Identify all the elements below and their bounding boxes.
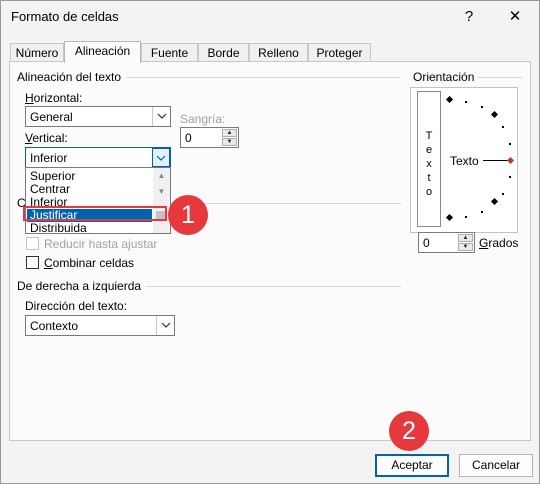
scroll-down-icon[interactable]: ▼ <box>153 186 170 198</box>
format-cells-dialog: Formato de celdas ? ✕ Número Alineación … <box>0 0 540 484</box>
tab-borde[interactable]: Borde <box>198 43 249 62</box>
vertical-letter: o <box>425 186 433 198</box>
cancel-button[interactable]: Cancelar <box>459 454 533 477</box>
horizontal-label: Horizontal: <box>25 91 83 105</box>
text-direction-value: Contexto <box>30 319 79 333</box>
chevron-down-icon[interactable] <box>152 107 170 126</box>
dial-tick <box>465 101 467 103</box>
dial-tick <box>509 143 511 145</box>
triangle-up-icon[interactable]: ▲ <box>458 234 473 242</box>
degrees-value: 0 <box>423 236 430 250</box>
merge-cells-label: Combinar celdas <box>44 256 135 270</box>
text-direction-combo[interactable]: Contexto <box>25 315 175 336</box>
indent-spinner[interactable]: 0 ▲ ▼ <box>180 127 239 148</box>
chevron-down-icon[interactable] <box>156 316 174 335</box>
horizontal-combo[interactable]: General <box>25 106 171 127</box>
help-button[interactable]: ? <box>452 4 486 30</box>
vertical-label-text: ertical: <box>32 131 68 145</box>
dial-tick <box>502 126 504 128</box>
step-1-badge: 1 <box>168 195 208 235</box>
dialog-title: Formato de celdas <box>11 9 119 24</box>
vertical-letter: T <box>425 130 433 142</box>
tab-proteger[interactable]: Proteger <box>308 43 371 62</box>
option-distribuida[interactable]: Distribuida <box>27 222 152 235</box>
horizontal-label-text: orizontal: <box>33 91 83 105</box>
section-divider <box>478 77 522 78</box>
tab-numero[interactable]: Número <box>10 43 64 62</box>
vertical-dropdown-list: Superior Centrar Inferior Justificar Dis… <box>25 167 171 235</box>
degrees-spin-buttons: ▲ ▼ <box>458 234 473 251</box>
degrees-spinner[interactable]: 0 ▲ ▼ <box>418 232 475 253</box>
degrees-label-text: rados <box>488 236 519 250</box>
vertical-letter: t <box>427 172 431 184</box>
vertical-label: Vertical: <box>25 131 68 145</box>
dropdown-scrollbar[interactable]: ▲ ▼ <box>153 168 170 233</box>
section-rtl: De derecha a izquierda <box>17 279 147 293</box>
shrink-to-fit-label: Reducir hasta ajustar <box>44 237 158 251</box>
orientation-title: Orientación <box>413 70 475 84</box>
triangle-up-icon[interactable]: ▲ <box>222 129 237 137</box>
triangle-down-icon[interactable]: ▼ <box>222 138 237 146</box>
vertical-letter: e <box>425 144 433 156</box>
merge-cells-text: ombinar celdas <box>52 256 135 270</box>
accept-button[interactable]: Aceptar <box>375 454 449 477</box>
horizontal-value: General <box>30 110 73 124</box>
chevron-down-icon[interactable] <box>152 148 170 167</box>
shrink-to-fit-checkbox[interactable] <box>26 237 39 250</box>
orientation-needle <box>483 160 508 161</box>
vertical-value: Inferior <box>30 151 68 165</box>
dial-tick <box>509 176 511 178</box>
vertical-letter: x <box>426 158 432 170</box>
tab-relleno[interactable]: Relleno <box>249 43 308 62</box>
indent-spin-buttons: ▲ ▼ <box>222 129 237 146</box>
title-bar: Formato de celdas ? ✕ <box>1 1 539 33</box>
orientation-text-label: Texto <box>450 154 479 168</box>
scroll-up-icon[interactable]: ▲ <box>153 170 170 182</box>
indent-value: 0 <box>185 131 192 145</box>
tab-alineacion[interactable]: Alineación <box>64 41 141 63</box>
dial-tick <box>465 216 467 218</box>
close-button[interactable]: ✕ <box>496 4 534 30</box>
indent-label: Sangría: <box>180 112 226 126</box>
text-direction-label: Dirección del texto: <box>25 299 128 313</box>
section-text-alignment: Alineación del texto <box>17 70 127 84</box>
dial-tick <box>481 211 483 213</box>
tab-fuente[interactable]: Fuente <box>141 43 198 62</box>
vertical-combo[interactable]: Inferior <box>25 147 171 168</box>
triangle-down-icon[interactable]: ▼ <box>458 243 473 251</box>
degrees-label: Grados <box>479 236 519 250</box>
highlight-marker <box>23 206 167 221</box>
dial-tick <box>481 106 483 108</box>
merge-cells-checkbox[interactable] <box>26 256 39 269</box>
step-2-badge: 2 <box>389 411 429 451</box>
vertical-text-button[interactable]: T e x t o <box>417 91 441 227</box>
dial-tick <box>502 193 504 195</box>
